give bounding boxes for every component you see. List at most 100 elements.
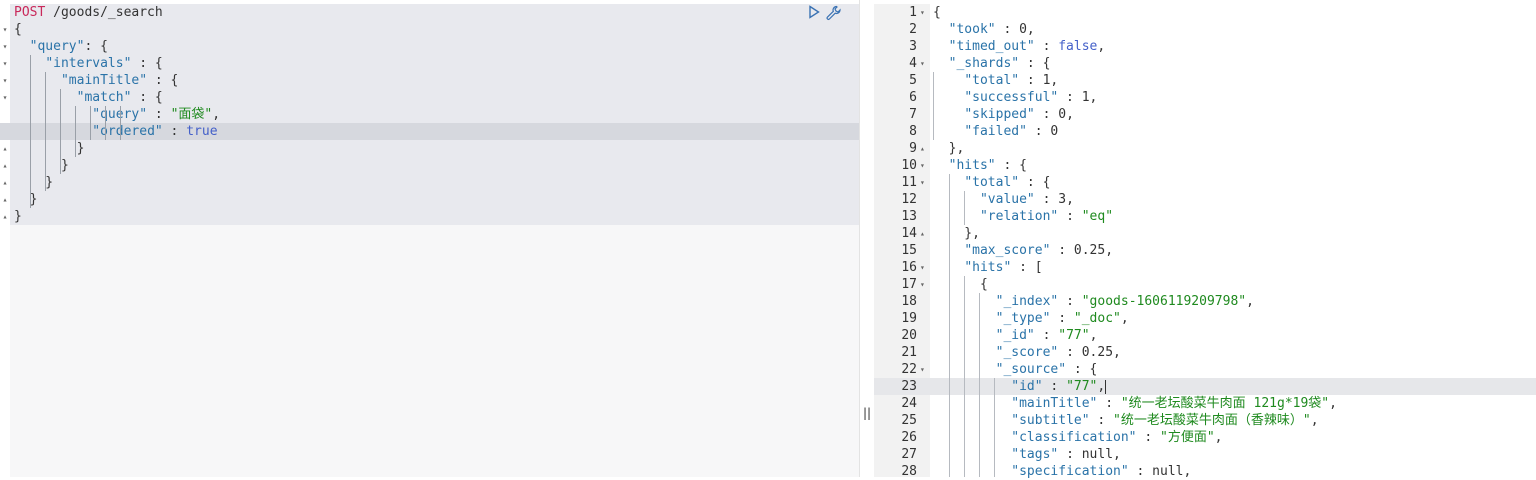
fold-toggle-icon[interactable]: ▾	[0, 55, 10, 72]
fold-toggle-icon[interactable]: ▴	[0, 140, 10, 157]
line-number: 12	[901, 192, 917, 207]
response-line: 24 "mainTitle" : "统一老坛酸菜牛肉面 121g*19袋",	[874, 395, 1536, 412]
line-number: 11	[901, 175, 917, 190]
response-line: 14 ▴ },	[874, 225, 1536, 242]
line-number: 2	[909, 22, 917, 37]
fold-toggle-icon[interactable]: ▾	[920, 174, 925, 191]
line-number: 19	[901, 311, 917, 326]
line-number: 28	[901, 464, 917, 479]
response-line: 21 "_score" : 0.25,	[874, 344, 1536, 361]
indent-guide	[45, 72, 46, 191]
request-line[interactable]: ▴ }	[0, 157, 859, 174]
fold-toggle-icon[interactable]: ▾	[920, 157, 925, 174]
response-line: 17 ▾ {	[874, 276, 1536, 293]
fold-toggle-icon[interactable]: ▾	[0, 89, 10, 106]
request-line[interactable]: ▴ }	[0, 140, 859, 157]
indent-guide	[994, 378, 995, 477]
request-line[interactable]: ▾ "mainTitle" : {	[0, 72, 859, 89]
line-number: 20	[901, 328, 917, 343]
wrench-icon[interactable]	[826, 5, 842, 25]
response-line: 6 "successful" : 1,	[874, 89, 1536, 106]
fold-toggle-icon[interactable]: ▾	[0, 72, 10, 89]
response-line: 18 "_index" : "goods-1606119209798",	[874, 293, 1536, 310]
http-method: POST	[14, 5, 46, 20]
line-number: 22	[901, 362, 917, 377]
response-line: 13 "relation" : "eq"	[874, 208, 1536, 225]
response-line: 3 "timed_out" : false,	[874, 38, 1536, 55]
request-line[interactable]: ▴ }	[0, 191, 859, 208]
indent-guide	[964, 191, 965, 225]
response-line: 5 "total" : 1,	[874, 72, 1536, 89]
line-number: 18	[901, 294, 917, 309]
line-number: 24	[901, 396, 917, 411]
line-number: 9	[909, 141, 917, 156]
line-number: 4	[909, 56, 917, 71]
response-line: 4 ▾ "_shards" : {	[874, 55, 1536, 72]
fold-toggle-icon[interactable]: ▴	[0, 174, 10, 191]
response-line: 11 ▾ "total" : {	[874, 174, 1536, 191]
response-line: 19 "_type" : "_doc",	[874, 310, 1536, 327]
line-number: 16	[901, 260, 917, 275]
fold-toggle-icon[interactable]: ▴	[920, 140, 925, 157]
fold-toggle-icon[interactable]: ▴	[920, 225, 925, 242]
request-line[interactable]: ▾{	[0, 21, 859, 38]
divider-handle[interactable]: ||	[863, 406, 871, 420]
indent-guide	[30, 55, 31, 208]
request-line[interactable]: ▾ "intervals" : {	[0, 55, 859, 72]
indent-guide	[949, 174, 950, 477]
response-line: 26 "classification" : "方便面",	[874, 429, 1536, 446]
line-number: 14	[901, 226, 917, 241]
line-number: 13	[901, 209, 917, 224]
request-line[interactable]: "query" : "面袋",	[0, 106, 859, 123]
line-number: 1	[909, 5, 917, 20]
line-number: 15	[901, 243, 917, 258]
fold-toggle-icon[interactable]: ▴	[0, 191, 10, 208]
indent-guide	[75, 106, 76, 157]
fold-toggle-icon[interactable]: ▾	[920, 259, 925, 276]
response-line: 22 ▾ "_source" : {	[874, 361, 1536, 378]
fold-toggle-icon[interactable]: ▴	[0, 157, 10, 174]
response-line: 16 ▾ "hits" : [	[874, 259, 1536, 276]
line-number: 8	[909, 124, 917, 139]
fold-toggle-icon[interactable]: ▾	[0, 21, 10, 38]
line-number: 21	[901, 345, 917, 360]
response-line: 12 "value" : 3,	[874, 191, 1536, 208]
editor-empty-area[interactable]	[10, 225, 859, 477]
response-line: 20 "_id" : "77",	[874, 327, 1536, 344]
line-number: 26	[901, 430, 917, 445]
response-line: 9 ▴ },	[874, 140, 1536, 157]
request-line[interactable]: ▴ }	[0, 174, 859, 191]
response-line: 2 "took" : 0,	[874, 21, 1536, 38]
fold-toggle-icon[interactable]: ▴	[0, 208, 10, 225]
indent-guide	[120, 106, 121, 140]
response-line: 1 ▾{	[874, 4, 1536, 21]
fold-toggle-icon[interactable]: ▾	[920, 276, 925, 293]
request-line[interactable]: ▾ "query": {	[0, 38, 859, 55]
fold-toggle-icon[interactable]: ▾	[920, 361, 925, 378]
response-line: 28 "specification" : null,	[874, 463, 1536, 480]
fold-toggle-icon[interactable]: ▾	[920, 55, 925, 72]
request-line[interactable]: "ordered" : true	[0, 123, 859, 140]
response-line: 8 "failed" : 0	[874, 123, 1536, 140]
indent-guide	[964, 276, 965, 477]
line-number: 10	[901, 158, 917, 173]
request-line[interactable]: ▴}	[0, 208, 859, 225]
indent-guide	[933, 72, 934, 140]
text-cursor	[1105, 379, 1107, 394]
line-number: 5	[909, 73, 917, 88]
indent-guide	[90, 106, 91, 140]
indent-guide	[105, 106, 106, 140]
line-number: 6	[909, 90, 917, 105]
play-icon[interactable]	[808, 5, 820, 23]
response-line: 23 "id" : "77",	[874, 378, 1536, 395]
line-number: 17	[901, 277, 917, 292]
response-line: 7 "skipped" : 0,	[874, 106, 1536, 123]
line-number: 25	[901, 413, 917, 428]
indent-guide	[60, 89, 61, 174]
indent-guide	[979, 293, 980, 477]
request-path: /goods/_search	[45, 5, 163, 20]
request-line[interactable]: ▾ "match" : {	[0, 89, 859, 106]
fold-toggle-icon[interactable]: ▾	[0, 38, 10, 55]
request-header-line[interactable]: POST /goods/_search	[0, 4, 859, 21]
fold-toggle-icon[interactable]: ▾	[920, 4, 925, 21]
